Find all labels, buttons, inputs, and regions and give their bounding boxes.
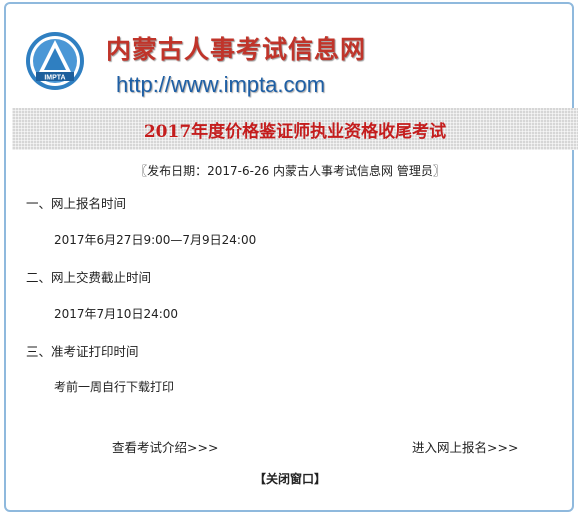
section-heading-payment: 二、网上交费截止时间 [26, 270, 152, 285]
section-heading-registration: 一、网上报名时间 [26, 196, 127, 211]
notice-title-bar: 2017年度价格鉴证师执业资格收尾考试 [12, 108, 578, 150]
close-window-button[interactable]: 【关闭窗口】 [254, 472, 326, 486]
notice-title: 2017年度价格鉴证师执业资格收尾考试 [143, 121, 447, 142]
section-heading-admission-ticket: 三、准考证打印时间 [26, 344, 139, 359]
impta-logo-icon: IMPTA [26, 32, 84, 90]
section-value-registration: 2017年6月27日9:00—7月9日24:00 [54, 233, 257, 247]
section-value-admission-ticket: 考前一周自行下载打印 [54, 380, 175, 394]
site-url[interactable]: http://www.impta.com [116, 72, 325, 98]
logo-text: IMPTA [44, 75, 65, 82]
section-value-payment: 2017年7月10日24:00 [54, 307, 179, 321]
exam-intro-link[interactable]: 查看考试介绍>>> [112, 437, 218, 456]
site-header: IMPTA 内蒙古人事考试信息网 http://www.impta.com [10, 22, 570, 104]
publish-info: 〖发布日期：2017-6-26 内蒙古人事考试信息网 管理员〗 [135, 164, 445, 178]
online-register-link[interactable]: 进入网上报名>>> [412, 437, 518, 456]
close-window-row: 【关闭窗口】 [0, 470, 580, 487]
site-name: 内蒙古人事考试信息网 [106, 35, 367, 64]
